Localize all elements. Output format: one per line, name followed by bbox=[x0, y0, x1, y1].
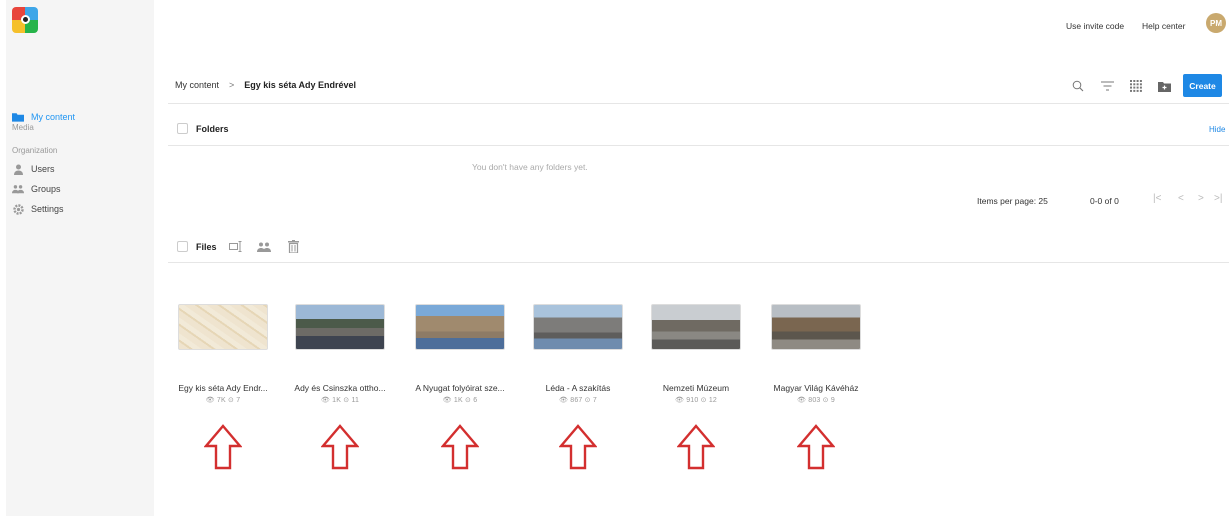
folders-empty-message: You don't have any folders yet. bbox=[472, 162, 588, 172]
up-arrow-annotation bbox=[676, 424, 716, 470]
sidebar-item-groups[interactable]: Groups bbox=[12, 182, 61, 196]
organization-section-label: Organization bbox=[12, 146, 58, 155]
sidebar: Media My content Organization Users Grou… bbox=[6, 0, 154, 516]
new-folder-icon[interactable] bbox=[1157, 79, 1171, 93]
file-stats: 👁 1K ⊙ 11 bbox=[320, 397, 360, 404]
breadcrumb-root[interactable]: My content bbox=[175, 80, 219, 90]
file-title[interactable]: A Nyugat folyóirat sze... bbox=[405, 383, 515, 393]
file-thumbnail[interactable] bbox=[415, 304, 505, 350]
share-groups-icon[interactable] bbox=[257, 240, 271, 253]
grid-view-icon[interactable] bbox=[1129, 79, 1143, 93]
folders-divider bbox=[168, 145, 1229, 146]
file-thumbnail[interactable] bbox=[295, 304, 385, 350]
file-stats: 👁 803 ⊙ 9 bbox=[797, 397, 835, 404]
file-thumbnail[interactable] bbox=[651, 304, 741, 350]
gear-icon bbox=[12, 203, 24, 215]
media-section-label: Media bbox=[12, 123, 34, 132]
file-card[interactable]: Nemzeti Múzeum 👁 910 ⊙ 12 bbox=[641, 304, 751, 472]
avatar[interactable]: PM bbox=[1206, 13, 1226, 33]
filter-icon[interactable] bbox=[1100, 79, 1114, 93]
search-icon[interactable] bbox=[1071, 79, 1085, 93]
file-thumbnail[interactable] bbox=[533, 304, 623, 350]
files-title: Files bbox=[196, 242, 217, 252]
next-page-icon[interactable]: > bbox=[1198, 193, 1204, 204]
folders-select-all-checkbox[interactable] bbox=[177, 123, 188, 134]
help-center-link[interactable]: Help center bbox=[1142, 21, 1185, 31]
previous-page-icon[interactable]: < bbox=[1178, 193, 1184, 204]
breadcrumb-current: Egy kis séta Ady Endrével bbox=[244, 80, 357, 90]
sidebar-item-label: My content bbox=[31, 112, 76, 122]
folders-title: Folders bbox=[196, 124, 229, 134]
files-select-all-checkbox[interactable] bbox=[177, 241, 188, 252]
file-stats: 👁 7K ⊙ 7 bbox=[205, 397, 241, 404]
trash-icon[interactable] bbox=[286, 240, 300, 253]
folder-icon bbox=[12, 112, 24, 122]
items-per-page-selector[interactable]: Items per page: 25 bbox=[977, 196, 1048, 206]
file-stats: 👁 910 ⊙ 12 bbox=[674, 397, 718, 404]
file-thumbnail[interactable] bbox=[178, 304, 268, 350]
up-arrow-annotation bbox=[558, 424, 598, 470]
sidebar-item-label: Settings bbox=[31, 204, 64, 214]
file-stats: 👁 1K ⊙ 6 bbox=[442, 397, 478, 404]
breadcrumb: My content > Egy kis séta Ady Endrével bbox=[175, 80, 356, 90]
pagination-range: 0-0 of 0 bbox=[1090, 196, 1119, 206]
file-thumbnail[interactable] bbox=[771, 304, 861, 350]
file-title[interactable]: Ady és Csinszka ottho... bbox=[285, 383, 395, 393]
rename-icon[interactable] bbox=[229, 240, 243, 253]
groups-icon bbox=[12, 184, 24, 194]
file-card[interactable]: A Nyugat folyóirat sze... 👁 1K ⊙ 6 bbox=[405, 304, 515, 472]
up-arrow-annotation bbox=[440, 424, 480, 470]
file-card[interactable]: Magyar Világ Kávéház 👁 803 ⊙ 9 bbox=[761, 304, 871, 472]
file-title[interactable]: Egy kis séta Ady Endr... bbox=[168, 383, 278, 393]
files-divider bbox=[168, 262, 1229, 263]
up-arrow-annotation bbox=[203, 424, 243, 470]
file-title[interactable]: Léda - A szakítás bbox=[523, 383, 633, 393]
use-invite-code-link[interactable]: Use invite code bbox=[1066, 21, 1124, 31]
up-arrow-annotation bbox=[320, 424, 360, 470]
file-card[interactable]: Egy kis séta Ady Endr... 👁 7K ⊙ 7 bbox=[168, 304, 278, 472]
first-page-icon[interactable]: |< bbox=[1153, 193, 1161, 204]
app-logo[interactable] bbox=[12, 7, 38, 33]
file-title[interactable]: Nemzeti Múzeum bbox=[641, 383, 751, 393]
file-title[interactable]: Magyar Világ Kávéház bbox=[761, 383, 871, 393]
logo-center bbox=[21, 15, 30, 24]
file-stats: 👁 867 ⊙ 7 bbox=[559, 397, 597, 404]
header-divider bbox=[168, 103, 1229, 104]
file-card[interactable]: Léda - A szakítás 👁 867 ⊙ 7 bbox=[523, 304, 633, 472]
up-arrow-annotation bbox=[796, 424, 836, 470]
file-card[interactable]: Ady és Csinszka ottho... 👁 1K ⊙ 11 bbox=[285, 304, 395, 472]
breadcrumb-separator: > bbox=[229, 80, 235, 90]
hide-folders-link[interactable]: Hide bbox=[1209, 125, 1225, 134]
sidebar-item-label: Groups bbox=[31, 184, 61, 194]
create-button[interactable]: Create bbox=[1183, 74, 1222, 97]
sidebar-item-my-content[interactable]: My content bbox=[12, 110, 75, 124]
sidebar-item-settings[interactable]: Settings bbox=[12, 202, 64, 216]
last-page-icon[interactable]: >| bbox=[1214, 193, 1222, 204]
